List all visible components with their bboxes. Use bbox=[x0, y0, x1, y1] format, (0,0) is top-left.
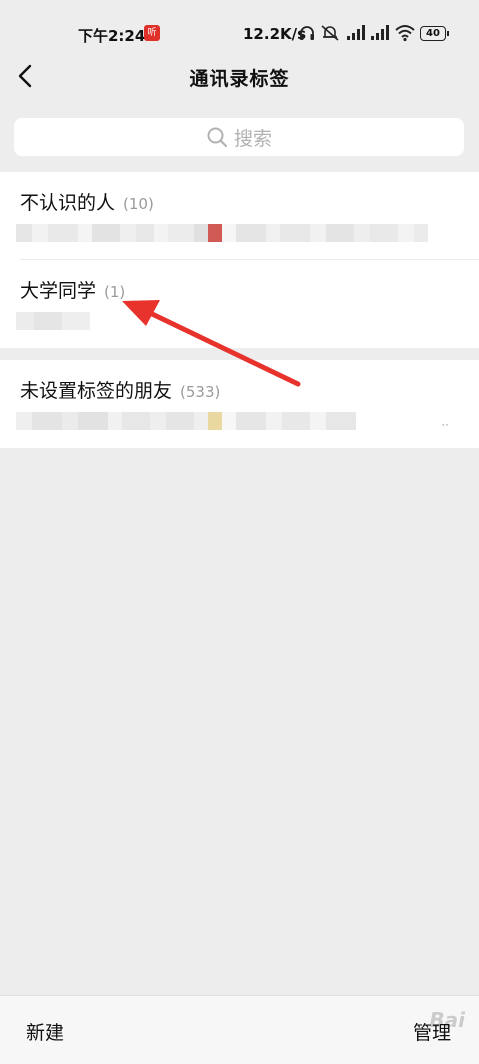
tag-name: 大学同学 bbox=[20, 280, 97, 302]
untagged-group: 未设置标签的朋友 (533) ·· bbox=[0, 360, 479, 448]
tag-item-untagged[interactable]: 未设置标签的朋友 (533) ·· bbox=[0, 360, 479, 448]
manage-tags-button[interactable]: 管理 bbox=[413, 1018, 451, 1045]
member-preview-blurred bbox=[16, 412, 356, 432]
wifi-icon bbox=[395, 25, 415, 42]
search-placeholder: 搜索 bbox=[233, 127, 272, 150]
member-preview-blurred bbox=[16, 312, 90, 332]
tag-item-strangers[interactable]: 不认识的人 (10) bbox=[0, 172, 479, 260]
search-input[interactable]: 搜索 bbox=[14, 118, 464, 156]
status-bar: 下午2:24 听 12.2K/s 40 bbox=[0, 0, 479, 50]
tag-count: (1) bbox=[104, 283, 126, 301]
bottom-toolbar: 新建 Bai 管理 bbox=[0, 995, 479, 1064]
status-time: 下午2:24 bbox=[78, 27, 146, 45]
more-indicator: ·· bbox=[441, 418, 449, 432]
tag-name: 不认识的人 bbox=[20, 192, 116, 214]
app-notification-icon: 听 bbox=[144, 25, 160, 41]
battery-indicator: 40 bbox=[420, 26, 449, 41]
new-tag-button[interactable]: 新建 bbox=[26, 1018, 64, 1045]
tag-count: (10) bbox=[123, 195, 154, 213]
annotation-arrow bbox=[122, 300, 301, 387]
nav-header: 通讯录标签 bbox=[0, 50, 479, 102]
network-speed: 12.2K/s bbox=[243, 25, 307, 43]
mute-bell-icon bbox=[321, 25, 339, 41]
tag-count: (533) bbox=[180, 383, 221, 401]
member-preview-blurred bbox=[16, 224, 428, 244]
headphones-icon bbox=[300, 26, 314, 40]
tag-list: 不认识的人 (10) 大学同学 (1) bbox=[0, 172, 479, 348]
signal-2-icon bbox=[371, 25, 389, 40]
signal-1-icon bbox=[347, 25, 365, 40]
page-title: 通讯录标签 bbox=[189, 68, 290, 90]
tag-name: 未设置标签的朋友 bbox=[20, 380, 173, 402]
search-icon bbox=[207, 127, 228, 148]
tag-item-classmates[interactable]: 大学同学 (1) bbox=[0, 260, 479, 348]
